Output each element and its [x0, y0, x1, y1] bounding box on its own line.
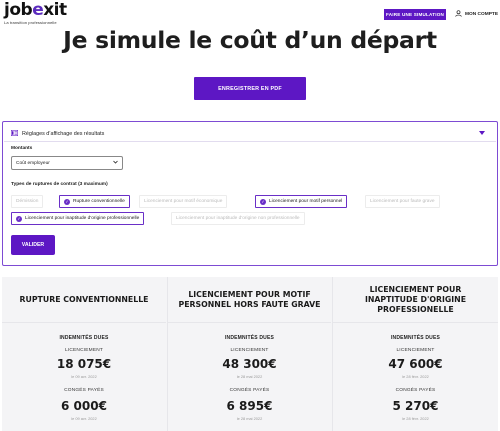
result-title: LICENCIEMENT POUR INAPTITUDE D'ORIGINE P… [333, 277, 498, 323]
chip-faute-grave[interactable]: Licenciement pour faute grave [365, 195, 440, 208]
amounts-label: Montants [11, 146, 33, 151]
item-amount: 48 300€ [222, 357, 277, 371]
section-title: INDEMNITÉS DUES [59, 335, 109, 341]
chip-label: Rupture conventionnelle [73, 199, 125, 204]
chip-label: Démission [16, 199, 39, 204]
check-circle-icon: ✓ [64, 198, 70, 205]
item-amount: 5 270€ [392, 399, 439, 413]
contract-types-label: Types de ruptures de contrat (3 maximum) [11, 182, 108, 187]
result-column: LICENCIEMENT POUR INAPTITUDE D'ORIGINE P… [332, 277, 498, 431]
chip-rupture-conventionnelle[interactable]: ✓ Rupture conventionnelle [59, 195, 130, 208]
settings-panel-icon [10, 129, 19, 138]
item-date: le 28 mai 2022 [236, 374, 263, 379]
chevron-down-icon [113, 160, 118, 166]
item-date: le 28 févr. 2022 [402, 416, 429, 421]
chip-demission[interactable]: Démission [11, 195, 44, 208]
item-label: LICENCIEMENT [64, 348, 104, 353]
item-label: LICENCIEMENT [230, 348, 269, 353]
chip-inaptitude-non-professionnelle[interactable]: Licenciement pour inaptitude d'origine n… [171, 212, 305, 225]
item-amount: 6 000€ [61, 399, 107, 413]
panel-divider [4, 141, 496, 142]
section-title: INDEMNITÉS DUES [224, 335, 275, 341]
logo-tagline: La transition professionnelle [4, 20, 57, 25]
item-label: CONGÉS PAYÉS [395, 388, 436, 393]
panel-header[interactable]: Réglages d’affichage des résultats [10, 129, 105, 138]
check-circle-icon: ✓ [16, 215, 22, 222]
amounts-select[interactable]: Coût employeur [11, 156, 123, 170]
section-title: INDEMNITÉS DUES [390, 335, 441, 341]
account-label: MON COMPTE [465, 12, 499, 17]
item-label: CONGÉS PAYÉS [64, 388, 104, 393]
result-title: LICENCIEMENT POUR MOTIF PERSONNEL HORS F… [168, 277, 331, 323]
valider-button[interactable]: VALIDER [11, 235, 55, 255]
result-column: RUPTURE CONVENTIONNELLE INDEMNITÉS DUES … [2, 277, 166, 431]
caret-down-icon[interactable] [479, 131, 485, 135]
chip-label: Licenciement pour inaptitude d'origine p… [25, 216, 140, 221]
item-amount: 6 895€ [226, 399, 273, 413]
result-column: LICENCIEMENT POUR MOTIF PERSONNEL HORS F… [167, 277, 331, 431]
chip-label: Licenciement pour motif personnel [269, 199, 343, 204]
chip-licenciement-economique[interactable]: Licenciement pour motif économique [139, 195, 228, 208]
save-pdf-button[interactable]: ENREGISTRER EN PDF [194, 77, 306, 100]
chip-label: Licenciement pour motif économique [144, 199, 223, 204]
item-amount: 18 075€ [56, 357, 112, 371]
amounts-select-value: Coût employeur [16, 160, 50, 166]
chip-inaptitude-professionnelle[interactable]: ✓ Licenciement pour inaptitude d'origine… [11, 212, 145, 225]
chip-label: Licenciement pour faute grave [370, 199, 435, 204]
item-date: le 09 avr. 2022 [71, 374, 97, 379]
check-circle-icon: ✓ [260, 198, 266, 205]
item-amount: 47 600€ [388, 357, 443, 371]
panel-title: Réglages d’affichage des résultats [22, 131, 105, 137]
item-label: CONGÉS PAYÉS [229, 388, 270, 393]
logo-wordmark: jobexit [4, 0, 67, 20]
page-title: Je simule le coût d’un départ [63, 26, 437, 54]
user-icon [455, 10, 462, 19]
item-date: le 28 mai 2022 [236, 416, 263, 421]
chip-label: Licenciement pour inaptitude d'origine n… [176, 216, 300, 221]
account-menu[interactable]: MON COMPTE [455, 9, 498, 20]
item-label: LICENCIEMENT [396, 348, 435, 353]
result-title: RUPTURE CONVENTIONNELLE [2, 277, 166, 323]
item-date: le 09 avr. 2022 [71, 416, 97, 421]
jobexit-logo[interactable]: jobexit La transition professionnelle [4, 0, 67, 26]
item-date: le 28 févr. 2022 [402, 374, 429, 379]
faire-simulation-button[interactable]: FAIRE UNE SIMULATION [384, 9, 446, 20]
chip-licenciement-personnel[interactable]: ✓ Licenciement pour motif personnel [255, 195, 348, 208]
display-settings-panel: Réglages d’affichage des résultats [2, 121, 498, 266]
